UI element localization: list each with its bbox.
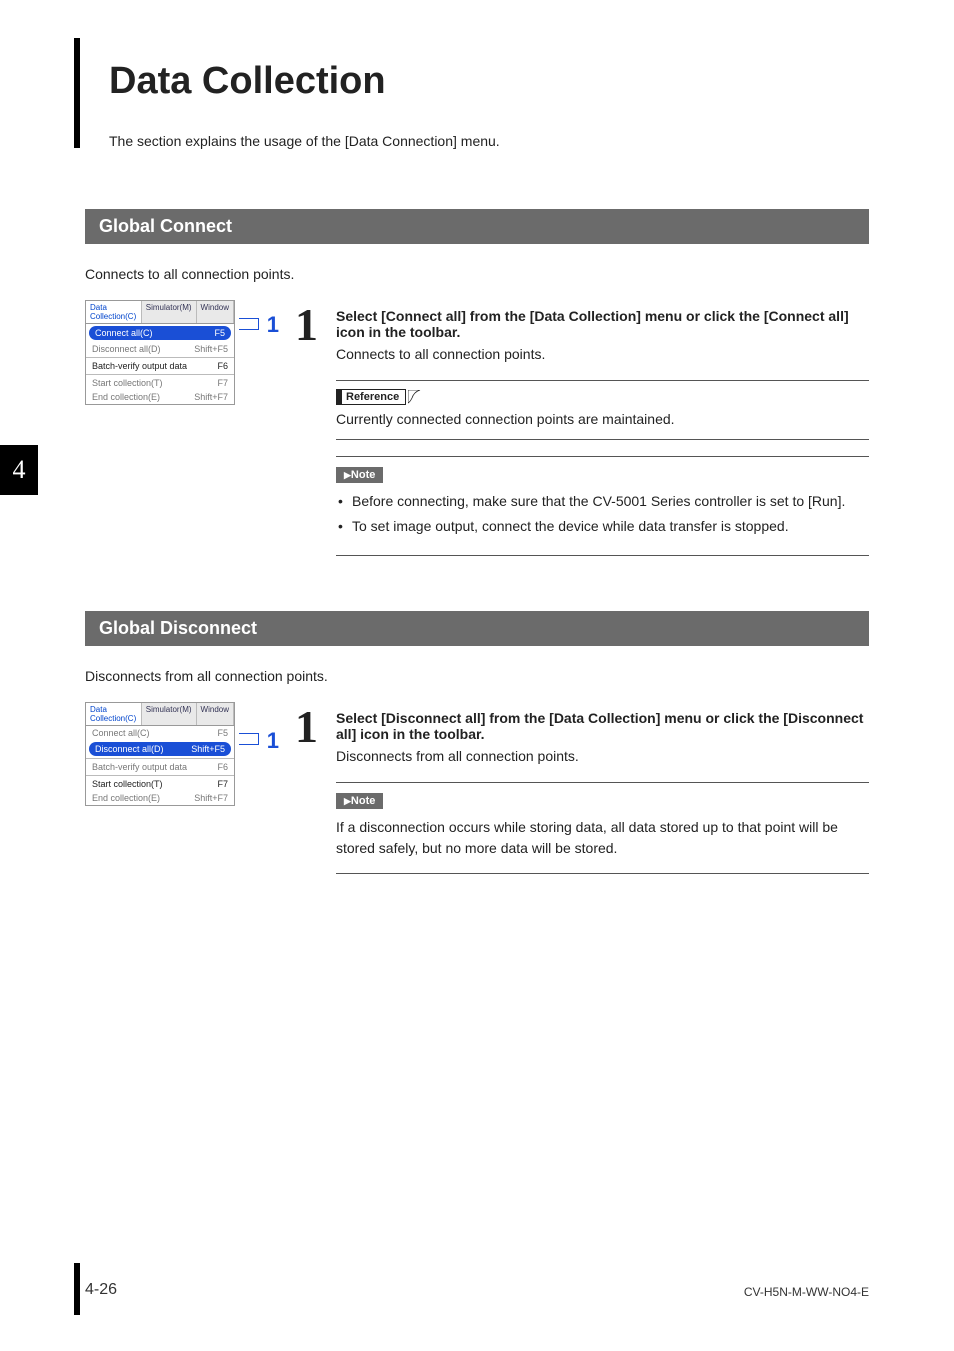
note-label: Note [336,467,383,483]
menu-tab: Data Collection(C) [86,301,142,323]
menu-item-connect-all: Connect all(C) F5 [89,326,231,340]
note-item: To set image output, connect the device … [336,516,869,537]
menu-tab: Simulator(M) [142,703,197,725]
reference-label: Reference [336,389,406,405]
callout-bracket [239,733,259,745]
menu-screenshot-connect: Data Collection(C) Simulator(M) Window C… [85,300,235,405]
reference-text: Currently connected connection points ar… [336,411,869,427]
doc-code: CV-H5N-M-WW-NO4-E [744,1285,869,1299]
section-heading: Global Disconnect [85,611,869,646]
menu-item-batch-verify: Batch-verify output data F6 [86,359,234,373]
menu-tabs: Data Collection(C) Simulator(M) Window [86,301,234,324]
step-title: Select [Connect all] from the [Data Coll… [336,308,869,340]
callout-bracket [239,318,259,330]
page-curl-icon [408,390,422,404]
note-label: Note [336,793,383,809]
section-heading: Global Connect [85,209,869,244]
step-desc: Connects to all connection points. [336,346,869,362]
menu-item-batch-verify: Batch-verify output data F6 [86,760,234,774]
menu-item-end-collection: End collection(E) Shift+F7 [86,390,234,404]
callout-number: 1 [267,728,279,754]
menu-item-start-collection: Start collection(T) F7 [86,376,234,390]
page-number: 4-26 [85,1281,117,1299]
menu-tab: Simulator(M) [142,301,197,323]
section-global-disconnect: Global Disconnect Disconnects from all c… [85,611,869,874]
page-title: Data Collection [109,60,869,103]
note-list: Before connecting, make sure that the CV… [336,491,869,537]
menu-item-start-collection: Start collection(T) F7 [86,777,234,791]
section-global-connect: Global Connect Connects to all connectio… [85,209,869,556]
note-block: Note If a disconnection occurs while sto… [336,782,869,874]
menu-tab: Data Collection(C) [86,703,142,725]
menu-item-disconnect-all: Disconnect all(D) Shift+F5 [86,342,234,356]
page-footer: 4-26 CV-H5N-M-WW-NO4-E [85,1281,869,1299]
section-desc: Disconnects from all connection points. [85,668,869,684]
step-desc: Disconnects from all connection points. [336,748,869,764]
note-block: Note Before connecting, make sure that t… [336,456,869,556]
section-desc: Connects to all connection points. [85,266,869,282]
menu-tabs: Data Collection(C) Simulator(M) Window [86,703,234,726]
note-item: Before connecting, make sure that the CV… [336,491,869,512]
menu-item-connect-all: Connect all(C) F5 [86,726,234,740]
menu-item-end-collection: End collection(E) Shift+F7 [86,791,234,805]
menu-tab: Window [197,703,234,725]
step-number: 1 [295,704,318,750]
menu-screenshot-disconnect: Data Collection(C) Simulator(M) Window C… [85,702,235,806]
menu-tab: Window [197,301,234,323]
step-title: Select [Disconnect all] from the [Data C… [336,710,869,742]
menu-item-disconnect-all: Disconnect all(D) Shift+F5 [89,742,231,756]
page-intro: The section explains the usage of the [D… [109,133,869,149]
note-text: If a disconnection occurs while storing … [336,817,869,859]
step-number: 1 [295,302,318,348]
reference-block: Reference Currently connected connection… [336,380,869,440]
callout-number: 1 [267,312,279,338]
footer-rule-decoration [74,1263,80,1315]
